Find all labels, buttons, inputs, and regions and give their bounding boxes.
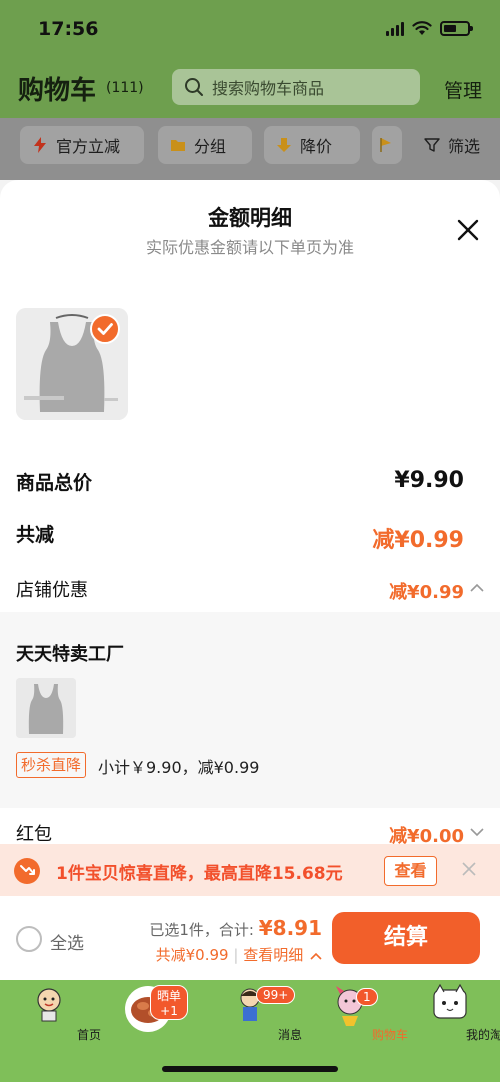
sheet-title: 金额明细: [208, 206, 292, 230]
filter-bar: 官方立减 分组 降价 筛选: [0, 118, 500, 180]
chevron-down-icon[interactable]: [470, 828, 484, 838]
signal-icon: [386, 20, 404, 36]
total-price-label: 商品总价: [16, 472, 93, 494]
banner-view-button[interactable]: 查看: [384, 856, 437, 886]
filter-label: 分组: [194, 137, 227, 156]
chevron-up-icon[interactable]: [470, 582, 484, 592]
folder-icon: [171, 140, 185, 151]
selected-check-icon[interactable]: [90, 314, 120, 344]
status-bar: 17:56: [0, 0, 500, 60]
home-mascot-icon: [37, 988, 61, 1022]
page-title: 购物车: [18, 76, 97, 106]
red-packet-label: 红包: [16, 824, 52, 845]
search-icon: [185, 78, 203, 96]
store-discount-label: 店铺优惠: [16, 580, 88, 601]
tab-label: 我的淘宝: [465, 1028, 500, 1042]
banner-text: 1件宝贝惊喜直降，最高直降15.68元: [56, 864, 343, 884]
price-drop-icon: [14, 858, 40, 884]
filter-official-discount[interactable]: 官方立减: [20, 126, 144, 164]
filter-icon: [424, 138, 440, 152]
banner-close-icon[interactable]: [460, 860, 478, 878]
seckill-tag: 秒杀直降: [16, 752, 87, 778]
battery-icon: [440, 20, 473, 36]
checkout-bar: 全选 已选1件，合计: ¥8.91 共减¥0.99 | 查看明细 结算: [0, 896, 500, 980]
shop-name: 天天特卖工厂: [16, 644, 124, 665]
price-drop-icon: [277, 138, 291, 152]
selected-text: 已选1件，合计:: [149, 921, 254, 939]
view-detail-link[interactable]: 查看明细: [243, 946, 303, 964]
sheet-subtitle: 实际优惠金额请以下单页为准: [145, 238, 354, 257]
cart-header: 17:56 购物车 (111) 搜索购物车商品 管理: [0, 0, 500, 118]
tab-profile[interactable]: 我的淘宝: [410, 984, 500, 1042]
search-input[interactable]: 搜索购物车商品: [172, 69, 420, 105]
search-placeholder: 搜索购物车商品: [212, 79, 325, 98]
profile-cat-icon: [433, 984, 467, 1019]
discount-text: 共减¥0.99: [155, 946, 229, 964]
total-amount: ¥8.91: [258, 916, 322, 940]
cart-count: (111): [106, 80, 144, 96]
lightning-icon: [34, 137, 46, 153]
filter-button[interactable]: 筛选: [412, 126, 500, 164]
filter-price-drop[interactable]: 降价: [264, 126, 360, 164]
flag-icon: [380, 138, 391, 152]
select-all-label[interactable]: 全选: [50, 929, 84, 954]
discount-summary[interactable]: 共减¥0.99 | 查看明细: [156, 944, 322, 965]
total-discount-value: 减¥0.99: [372, 528, 464, 553]
status-icons: [386, 20, 473, 36]
total-price-value: ¥9.90: [394, 468, 464, 493]
cart-badge: 1: [356, 988, 378, 1006]
chevron-up-icon: [310, 952, 322, 960]
tab-share[interactable]: 晒单+1: [108, 984, 188, 1034]
price-drop-banner: 1件宝贝惊喜直降，最高直降15.68元 查看: [0, 844, 500, 896]
home-indicator: [162, 1066, 338, 1072]
filter-extra[interactable]: [372, 126, 402, 164]
close-icon[interactable]: [456, 218, 480, 242]
tab-home[interactable]: 首页: [9, 984, 101, 1042]
wifi-icon: [412, 21, 432, 35]
tab-label: 消息: [277, 1028, 302, 1042]
selected-summary: 已选1件，合计: ¥8.91: [149, 916, 322, 940]
filter-group[interactable]: 分组: [158, 126, 252, 164]
select-all-radio[interactable]: [16, 926, 42, 952]
total-discount-label: 共减: [16, 524, 55, 546]
share-badge: 晒单+1: [150, 985, 188, 1020]
filter-label: 筛选: [448, 137, 481, 156]
messages-badge: 99+: [256, 986, 296, 1004]
shop-subtotal: 小计￥9.90，减¥0.99: [98, 758, 260, 777]
manage-button[interactable]: 管理: [444, 76, 482, 103]
red-packet-row: 红包 减¥0.00: [0, 808, 500, 848]
filter-label: 降价: [300, 137, 333, 156]
shop-discount-panel: 天天特卖工厂 秒杀直降 小计￥9.90，减¥0.99: [0, 612, 500, 808]
store-discount-value[interactable]: 减¥0.99: [389, 578, 464, 604]
shop-product-image: [16, 678, 76, 738]
tab-messages[interactable]: 99+ 消息: [210, 984, 302, 1042]
status-time: 17:56: [38, 18, 99, 40]
checkout-button[interactable]: 结算: [332, 912, 480, 964]
filter-label: 官方立减: [56, 137, 121, 156]
tab-label: 购物车: [371, 1028, 408, 1042]
tab-cart[interactable]: 1 购物车: [310, 984, 408, 1042]
